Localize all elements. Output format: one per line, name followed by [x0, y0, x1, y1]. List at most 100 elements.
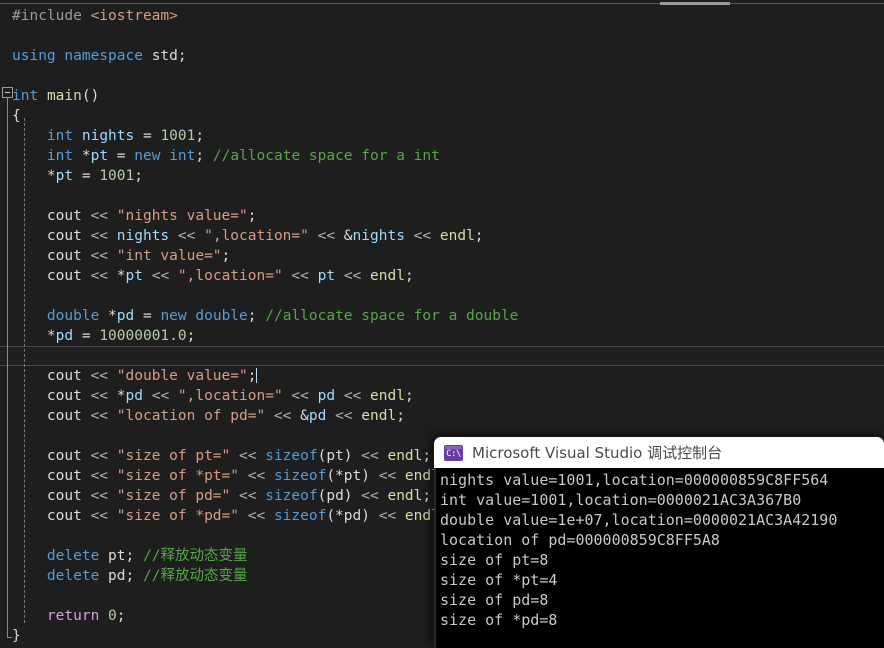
code-token: ; [177, 48, 187, 64]
code-line[interactable] [0, 346, 884, 366]
code-token: pt [317, 268, 336, 284]
code-line[interactable]: #include <iostream> [0, 6, 884, 26]
code-token: sizeof [273, 508, 327, 524]
code-line[interactable]: double *pd = new double; //allocate spac… [0, 306, 884, 326]
code-token: * [99, 308, 117, 324]
code-token: "size of pt=" [116, 448, 231, 464]
code-token: pt [90, 148, 109, 164]
code-token: sizeof [273, 468, 327, 484]
code-line[interactable] [0, 26, 884, 46]
code-line-text: cout << "size of *pt=" << sizeof(*pt) <<… [12, 468, 449, 484]
code-line-text: *pd = 10000001.0; [12, 328, 195, 344]
code-line[interactable]: *pd = 10000001.0; [0, 326, 884, 346]
code-token: << [90, 228, 109, 244]
code-token: cout [12, 228, 91, 244]
code-token: pd [125, 388, 143, 404]
code-token: pd [55, 328, 74, 344]
code-token: endl [370, 268, 405, 284]
code-line[interactable]: cout << "int value="; [0, 246, 884, 266]
code-token: << [90, 488, 109, 504]
code-token: double [46, 308, 100, 324]
visual-studio-screen: cout << "location of pd=" << &pd << endl… [0, 0, 884, 648]
console-output-line: size of *pd=8 [440, 611, 558, 629]
code-token: ; [186, 328, 196, 344]
code-line-text: cout << "double value="; [12, 368, 257, 384]
code-line[interactable]: cout << nights << ",location=" << &night… [0, 226, 884, 246]
code-token: ; [404, 388, 414, 404]
code-token: << [378, 468, 397, 484]
code-token: << [90, 208, 109, 224]
code-token: << [361, 448, 379, 464]
code-token: cout [12, 408, 91, 424]
console-title-bar[interactable]: C:\ Microsoft Visual Studio 调试控制台 [434, 437, 884, 468]
code-line[interactable] [0, 186, 884, 206]
code-token: << [90, 248, 109, 264]
code-token: << [90, 468, 109, 484]
debug-console-window[interactable]: C:\ Microsoft Visual Studio 调试控制台 nights… [434, 437, 884, 648]
code-token: endl [361, 408, 397, 424]
code-token: pt [108, 548, 126, 564]
code-token: (pt) [317, 448, 362, 464]
code-line[interactable]: int main() [0, 86, 884, 106]
code-line-text: *pt = 1001; [12, 168, 143, 184]
code-token: pd [308, 408, 327, 424]
code-token: << [151, 388, 170, 404]
code-token: "location of pd=" [116, 408, 266, 424]
code-token: ; [422, 448, 432, 464]
code-line[interactable]: cout << *pt << ",location=" << pt << end… [0, 266, 884, 286]
code-token: cout [12, 488, 91, 504]
code-token: << [239, 488, 257, 504]
code-token: << [247, 468, 266, 484]
code-line[interactable] [0, 286, 884, 306]
code-token: int [169, 148, 196, 164]
code-line[interactable]: { [0, 106, 884, 126]
divider-highlight-segment[interactable] [660, 2, 730, 5]
code-token: int [46, 128, 74, 144]
code-line[interactable]: cout << "nights value="; [0, 206, 884, 226]
console-cmd-icon: C:\ [444, 444, 463, 461]
code-token: * [12, 168, 56, 184]
code-line[interactable]: using namespace std; [0, 46, 884, 66]
code-token: (*pd) [326, 508, 379, 524]
code-token: ; [116, 608, 126, 624]
code-line-text: cout << "location of pd=" << &pd << endl… [12, 408, 405, 424]
code-token: << [378, 508, 397, 524]
code-token: "size of *pd=" [116, 508, 239, 524]
code-token: namespace [64, 48, 143, 64]
code-line-text: int main() [12, 88, 99, 104]
code-token: return [46, 608, 100, 624]
code-line[interactable]: *pt = 1001; [0, 166, 884, 186]
text-caret [256, 368, 258, 383]
console-output[interactable]: nights value=1001,location=000000859C8FF… [434, 468, 884, 648]
code-token: * [73, 148, 91, 164]
code-line[interactable] [0, 66, 884, 86]
code-line-text: cout << "int value="; [12, 248, 230, 264]
code-line-text: cout << *pt << ",location=" << pt << end… [12, 268, 414, 284]
code-line[interactable]: cout << "location of pd=" << &pd << endl… [0, 406, 884, 426]
code-token: double [195, 308, 248, 324]
code-line[interactable]: int nights = 1001; [0, 126, 884, 146]
code-line[interactable]: cout << "double value="; [0, 366, 884, 386]
console-output-line: size of pt=8 [440, 551, 549, 569]
code-line[interactable]: int *pt = new int; //allocate space for … [0, 146, 884, 166]
code-line-text: delete pd; //释放动态变量 [12, 568, 248, 584]
code-line[interactable]: cout << *pd << ",location=" << pd << end… [0, 386, 884, 406]
code-token: << [361, 488, 379, 504]
code-token: << [291, 268, 309, 284]
code-token: 1001 [99, 168, 135, 184]
code-token: = [134, 308, 161, 324]
code-token: endl [439, 228, 475, 244]
